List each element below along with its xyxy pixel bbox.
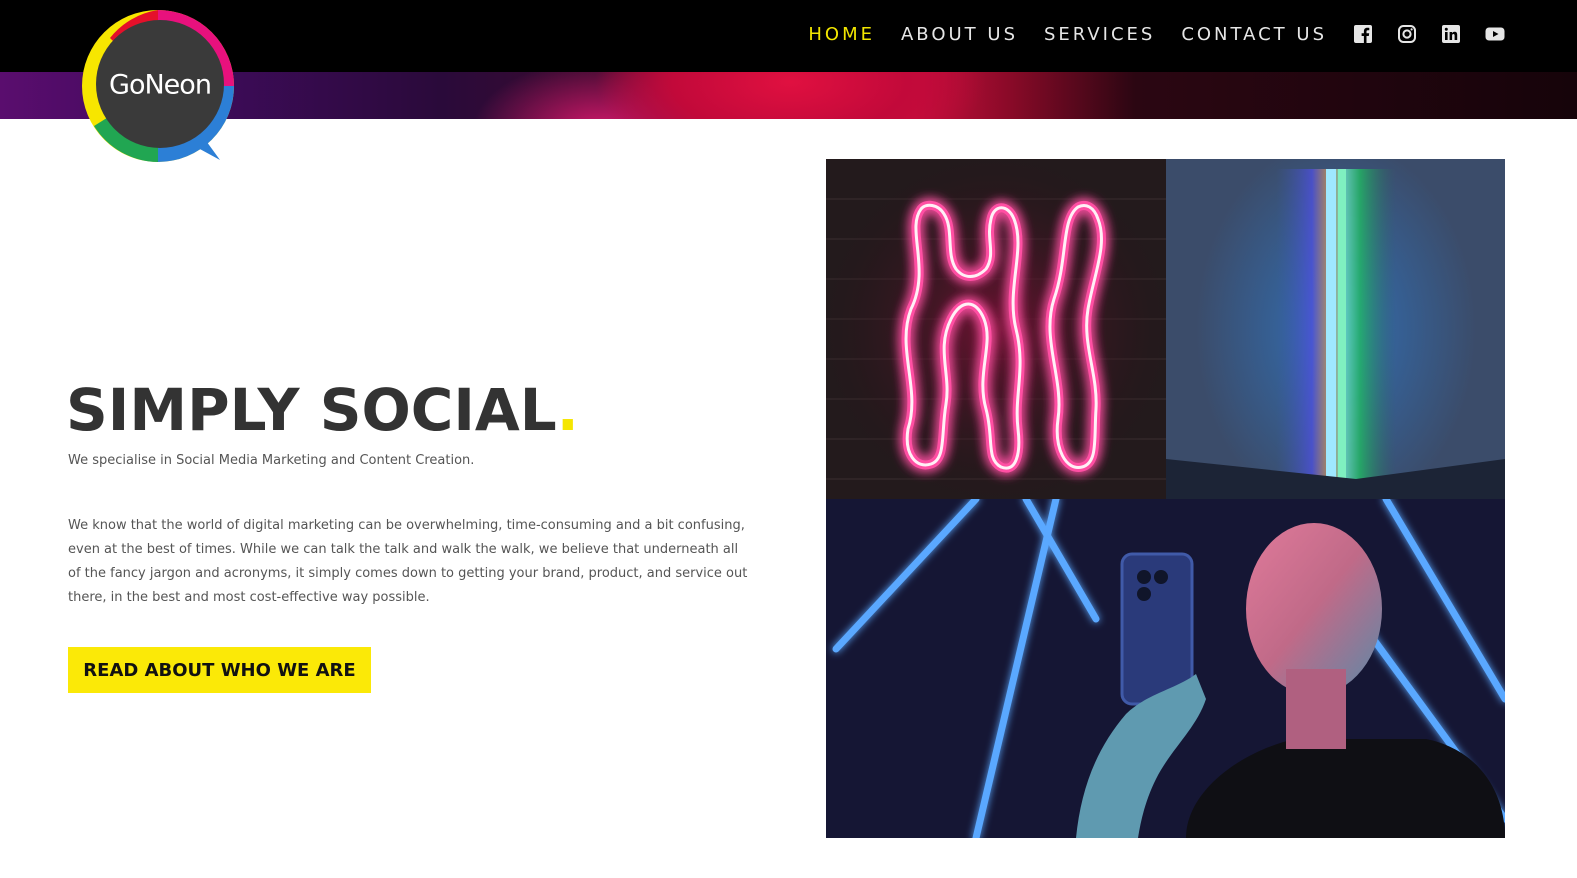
woman-selfie-neon-image [826,499,1505,838]
neon-hi-sign-image [826,159,1166,499]
nav-about-us[interactable]: ABOUT US [901,24,1018,45]
nav-home[interactable]: HOME [808,24,875,45]
hero-body-text: We know that the world of digital market… [68,518,748,605]
nav-services[interactable]: SERVICES [1044,24,1155,45]
nav-contact-us[interactable]: CONTACT US [1181,24,1327,45]
youtube-icon[interactable] [1485,24,1505,44]
read-about-who-we-are-button[interactable]: READ ABOUT WHO WE ARE [68,647,371,693]
hero-subtitle: We specialise in Social Media Marketing … [68,453,475,468]
social-links [1353,24,1505,44]
logo-text: GoNeon [109,70,211,101]
instagram-icon[interactable] [1397,24,1417,44]
neon-tube-light-image [1166,159,1505,499]
main-nav: HOME ABOUT US SERVICES CONTACT US [782,20,1505,48]
linkedin-icon[interactable] [1441,24,1461,44]
hero-title-dot: . [556,376,579,444]
facebook-icon[interactable] [1353,24,1373,44]
goneon-logo[interactable]: GoNeon [80,8,240,170]
hero-title: SIMPLY SOCIAL. [66,376,579,444]
hero-title-text: SIMPLY SOCIAL [66,376,557,444]
